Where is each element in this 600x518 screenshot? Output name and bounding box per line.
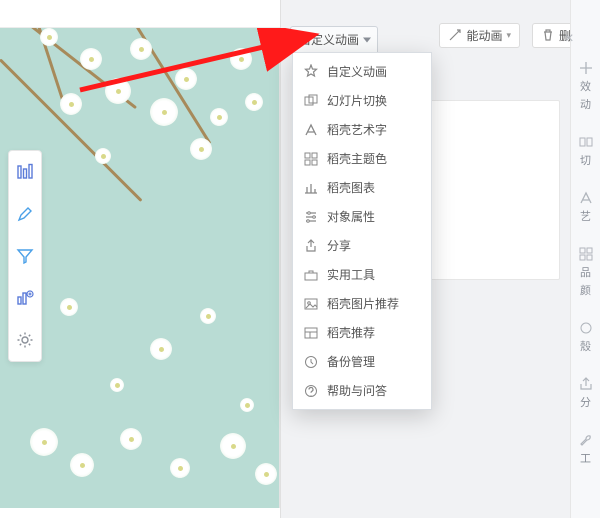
menu-item-label: 稻壳推荐 xyxy=(327,324,375,341)
tool-settings[interactable] xyxy=(8,319,42,361)
menu-item-chart[interactable]: 稻壳图表 xyxy=(293,173,431,202)
edge-item-share[interactable]: 分 xyxy=(578,376,594,410)
tool-filter[interactable] xyxy=(8,235,42,277)
slides-icon xyxy=(303,93,319,109)
chart-plus-icon xyxy=(16,289,34,307)
sparkle-icon xyxy=(578,60,594,76)
smart-animation-button[interactable]: 能动画 ▾ xyxy=(439,23,520,48)
share-box-icon xyxy=(303,238,319,254)
help-icon xyxy=(303,383,319,399)
menu-item-object-properties[interactable]: 对象属性 xyxy=(293,202,431,231)
image-icon xyxy=(303,296,319,312)
grid-icon xyxy=(578,246,594,262)
menu-item-label: 稻壳图表 xyxy=(327,179,375,196)
left-toolbar xyxy=(8,150,42,362)
wrench-icon xyxy=(578,432,594,448)
edge-item-wordart[interactable]: 艺 xyxy=(578,190,594,224)
edge-item-transition[interactable]: 切 xyxy=(578,134,594,168)
close-icon: × xyxy=(564,30,573,47)
trash-icon xyxy=(541,28,555,42)
menu-item-slide-transition[interactable]: 幻灯片切换 xyxy=(293,86,431,115)
menu-item-share[interactable]: 分享 xyxy=(293,231,431,260)
pane-menu: 自定义动画 幻灯片切换 稻壳艺术字 稻壳主题色 稻壳图表 对象属性 分享 实用 xyxy=(292,52,432,410)
chart-icon xyxy=(303,180,319,196)
docer-icon xyxy=(578,320,594,336)
pane-menu-trigger-wrapper: 自定义动画 xyxy=(290,26,378,53)
edge-item-effects[interactable]: 效 动 xyxy=(578,60,594,112)
menu-item-label: 帮助与问答 xyxy=(327,382,387,399)
transition-icon xyxy=(578,134,594,150)
history-icon xyxy=(303,354,319,370)
sliders-icon xyxy=(303,209,319,225)
edge-item-docer[interactable]: 殼 xyxy=(578,320,594,354)
menu-item-theme-color[interactable]: 稻壳主题色 xyxy=(293,144,431,173)
edge-item-tools[interactable]: 工 xyxy=(578,432,594,466)
menu-item-docer-recommend[interactable]: 稻壳推荐 xyxy=(293,318,431,347)
tool-brush[interactable] xyxy=(8,193,42,235)
gear-icon xyxy=(16,331,34,349)
pane-menu-trigger[interactable]: 自定义动画 xyxy=(290,26,378,53)
pane-close-button[interactable]: × xyxy=(560,30,578,48)
magic-icon xyxy=(448,28,462,42)
slide-artwork xyxy=(0,28,280,508)
menu-item-backup[interactable]: 备份管理 xyxy=(293,347,431,376)
menu-item-label: 实用工具 xyxy=(327,266,375,283)
menu-item-label: 稻壳图片推荐 xyxy=(327,295,399,312)
menu-item-wordart[interactable]: 稻壳艺术字 xyxy=(293,115,431,144)
menu-item-label: 稻壳艺术字 xyxy=(327,121,387,138)
menu-item-custom-animation[interactable]: 自定义动画 xyxy=(293,57,431,86)
right-edge-bar: 效 动 切 艺 品 颜 殼 分 xyxy=(570,0,600,518)
brush-icon xyxy=(16,205,34,223)
menu-item-label: 幻灯片切换 xyxy=(327,92,387,109)
menu-item-label: 自定义动画 xyxy=(327,63,387,80)
text-a-icon xyxy=(303,122,319,138)
slide-canvas[interactable] xyxy=(0,28,280,508)
menu-item-label: 分享 xyxy=(327,237,351,254)
menu-item-utilities[interactable]: 实用工具 xyxy=(293,260,431,289)
menu-item-label: 对象属性 xyxy=(327,208,375,225)
tool-outline[interactable] xyxy=(8,151,42,193)
toolbox-icon xyxy=(303,267,319,283)
pane-menu-trigger-label: 自定义动画 xyxy=(299,31,359,48)
menu-item-label: 稻壳主题色 xyxy=(327,150,387,167)
chevron-down-icon: ▾ xyxy=(506,30,511,41)
tool-chart-add[interactable] xyxy=(8,277,42,319)
text-a-icon xyxy=(578,190,594,206)
menu-item-label: 备份管理 xyxy=(327,353,375,370)
funnel-icon xyxy=(16,247,34,265)
star-burst-icon xyxy=(303,64,319,80)
layout-icon xyxy=(303,325,319,341)
smart-animation-label: 能动画 xyxy=(466,27,502,44)
grid-icon xyxy=(303,151,319,167)
menu-item-help[interactable]: 帮助与问答 xyxy=(293,376,431,405)
menu-item-image-recommend[interactable]: 稻壳图片推荐 xyxy=(293,289,431,318)
edge-item-theme[interactable]: 品 颜 xyxy=(578,246,594,298)
bars-icon xyxy=(16,163,34,181)
app-root: 能动画 ▾ 删除 素，然后单击 "添加 效 动 切 xyxy=(0,0,600,518)
share-icon xyxy=(578,376,594,392)
